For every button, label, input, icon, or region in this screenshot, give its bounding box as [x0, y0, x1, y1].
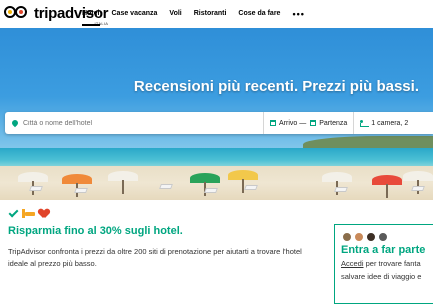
beach-umbrella: [62, 174, 92, 197]
join-community-card: Entra a far parte Accedi per trovare fan…: [334, 224, 433, 304]
beach-chair: [204, 188, 218, 193]
promo-description: TripAdvisor confronta i prezzi da oltre …: [8, 247, 302, 268]
beach-umbrella: [18, 172, 48, 195]
beach-chair: [29, 186, 43, 191]
avatar: [342, 232, 352, 242]
beach-umbrella: [372, 175, 402, 198]
nav-case-vacanza[interactable]: Case vacanza: [112, 0, 158, 28]
login-link[interactable]: Accedi: [341, 259, 364, 268]
nav-cose-da-fare[interactable]: Cose da fare: [238, 0, 280, 28]
join-title: Entra a far parte: [341, 244, 426, 256]
guests-rooms-field[interactable]: 1 camera, 2: [354, 112, 414, 134]
hero-sea: [0, 148, 433, 168]
promo-icons: [8, 206, 326, 220]
checkmark-icon: [8, 207, 19, 217]
beach-umbrella: [108, 171, 138, 194]
location-pin-icon: [10, 118, 20, 128]
beach-umbrella: [322, 172, 352, 195]
heart-icon: [39, 209, 49, 218]
beach-umbrella: [190, 173, 220, 196]
calendar-icon: [270, 120, 276, 126]
checkin-checkout-field[interactable]: Arrivo — Partenza: [264, 112, 353, 134]
join-text-rest: per trovare fanta: [363, 259, 421, 268]
calendar-icon: [310, 120, 317, 126]
beach-umbrella: [228, 170, 258, 193]
promo-section: Risparmia fino al 30% sugli hotel. TripA…: [8, 206, 326, 270]
hotel-search-bar: Arrivo — Partenza 1 camera, 2: [5, 112, 433, 134]
owl-logo-icon: [4, 6, 32, 18]
nav-voli[interactable]: Voli: [169, 0, 181, 28]
avatar: [354, 232, 364, 242]
main-nav: Hotel Case vacanza Voli Ristoranti Cose …: [82, 0, 317, 28]
bed-icon: [22, 208, 35, 218]
promo-title: Risparmia fino al 30% sugli hotel.: [8, 225, 183, 237]
checkin-label: Arrivo —: [279, 119, 307, 127]
nav-ristoranti[interactable]: Ristoranti: [194, 0, 227, 28]
checkout-label: Partenza: [319, 119, 348, 127]
guests-icon: [360, 120, 370, 127]
avatar: [378, 232, 388, 242]
hero-beach: [0, 166, 433, 200]
join-text-line1: Accedi per trovare fanta: [341, 258, 433, 269]
destination-search-input[interactable]: [23, 119, 263, 127]
beach-chair: [244, 185, 258, 190]
join-text-line2: salvare idee di viaggio e: [341, 272, 422, 281]
beach-chair: [74, 188, 88, 193]
beach-chair: [159, 184, 173, 189]
rooms-label: 1 camera, 2: [371, 119, 409, 127]
beach-chair: [334, 187, 348, 192]
more-menu-icon[interactable]: •••: [292, 0, 304, 28]
beach-umbrella: [403, 171, 433, 194]
beach-chair: [411, 186, 425, 191]
hero-title: Recensioni più recenti. Prezzi più bassi…: [133, 78, 419, 95]
nav-hotel[interactable]: Hotel: [82, 0, 100, 28]
avatar-group: [342, 232, 433, 242]
top-navigation-bar: tripadvisor ITALIA Hotel Case vacanza Vo…: [0, 0, 433, 28]
avatar: [366, 232, 376, 242]
